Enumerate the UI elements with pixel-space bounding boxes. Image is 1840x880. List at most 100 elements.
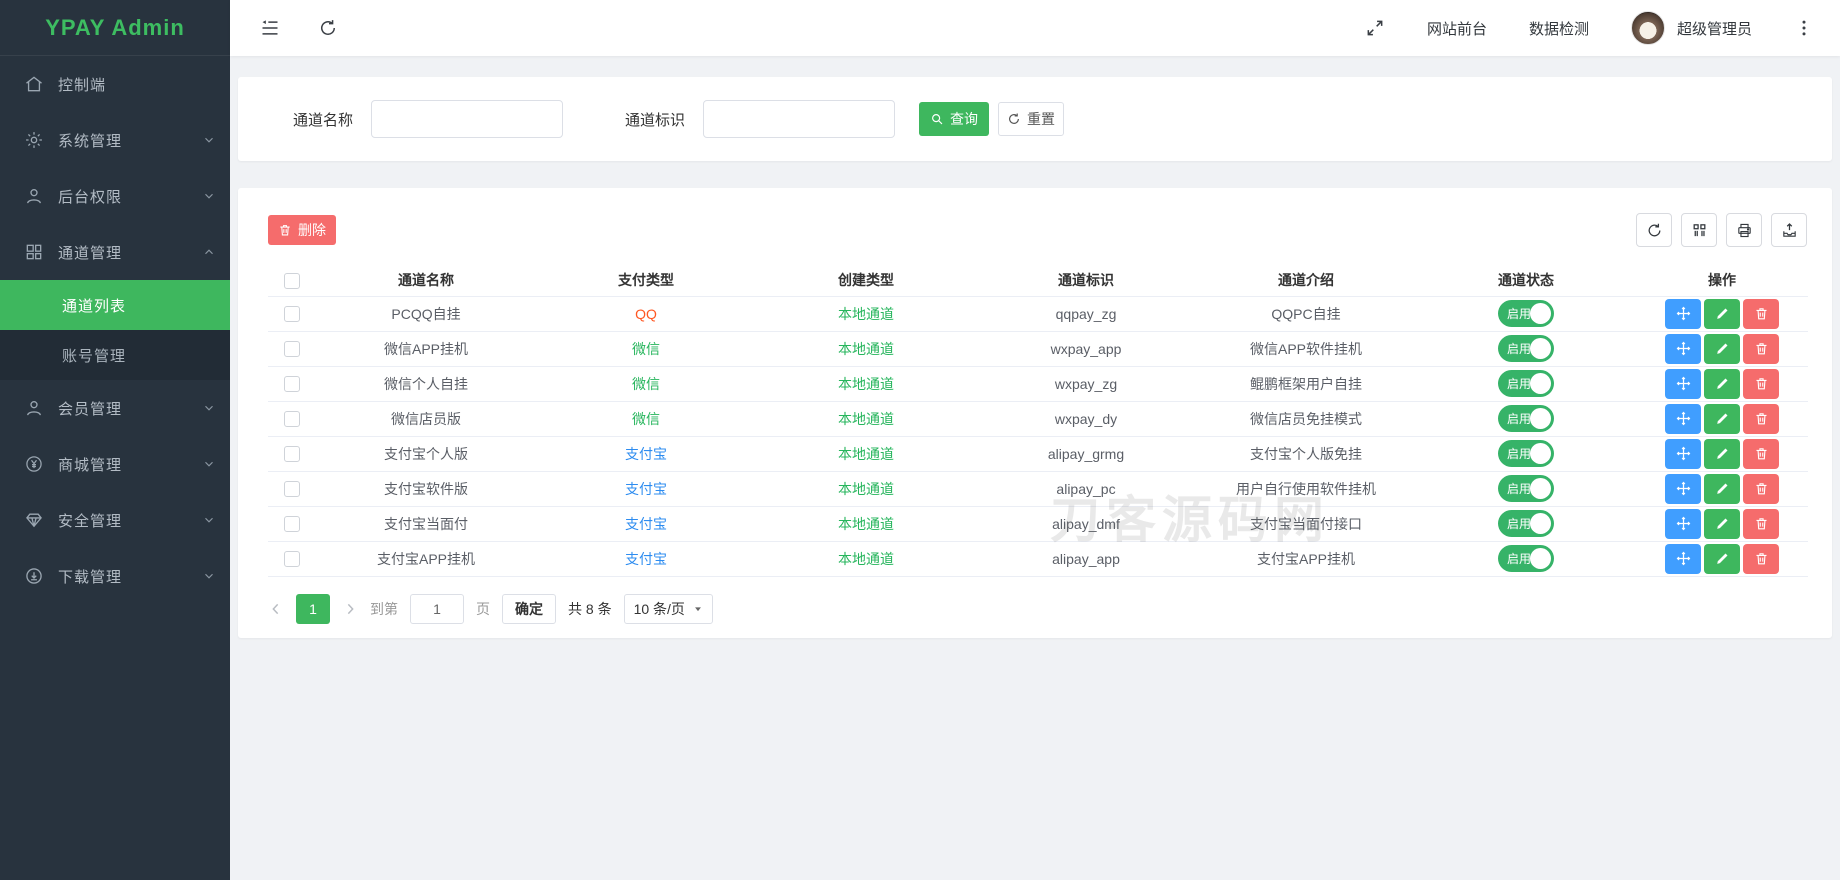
goto-confirm-button[interactable]: 确定 <box>502 593 556 624</box>
sidebar-item-account-mgmt[interactable]: 账号管理 <box>0 330 230 380</box>
sidebar-item-member-mgmt[interactable]: 会员管理 <box>0 380 230 436</box>
col-create-type: 创建类型 <box>756 265 976 297</box>
sidebar-item-mall-mgmt[interactable]: 商城管理 <box>0 436 230 492</box>
edit-button[interactable] <box>1704 508 1740 539</box>
status-toggle[interactable]: 启用 <box>1498 440 1554 467</box>
channel-name-cell: 支付宝软件版 <box>316 471 536 507</box>
status-label: 启用 <box>1507 552 1532 566</box>
col-channel-code: 通道标识 <box>976 265 1196 297</box>
select-all-checkbox[interactable] <box>284 272 300 289</box>
channel-name-cell: PCQQ自挂 <box>316 296 536 332</box>
sidebar-item-backend-auth[interactable]: 后台权限 <box>0 168 230 224</box>
move-button[interactable] <box>1665 403 1701 434</box>
column-filter-button[interactable] <box>1681 213 1717 247</box>
user-menu[interactable]: 超级管理员 <box>1630 11 1752 45</box>
row-checkbox[interactable] <box>284 306 300 323</box>
next-page-icon[interactable] <box>342 601 358 617</box>
channel-name-cell: 支付宝个人版 <box>316 436 536 472</box>
reset-button[interactable]: 重置 <box>998 102 1065 136</box>
edit-button[interactable] <box>1704 333 1740 364</box>
delete-button[interactable]: 删除 <box>268 215 336 245</box>
table-refresh-button[interactable] <box>1636 213 1672 247</box>
row-delete-button[interactable] <box>1743 438 1779 469</box>
collapse-sidebar-icon[interactable] <box>260 18 280 38</box>
prev-page-icon[interactable] <box>268 601 284 617</box>
row-delete-button[interactable] <box>1743 368 1779 399</box>
sidebar-item-security-mgmt[interactable]: 安全管理 <box>0 492 230 548</box>
edit-button[interactable] <box>1704 403 1740 434</box>
col-channel-name: 通道名称 <box>316 265 536 297</box>
download-icon <box>24 566 44 586</box>
site-front-link[interactable]: 网站前台 <box>1427 18 1487 39</box>
fullscreen-icon[interactable] <box>1365 18 1385 38</box>
chevron-down-icon <box>202 569 216 583</box>
home-icon <box>24 74 44 94</box>
channel-name-input[interactable] <box>371 100 564 138</box>
move-button[interactable] <box>1665 298 1701 329</box>
move-button[interactable] <box>1665 368 1701 399</box>
sidebar-item-system[interactable]: 系统管理 <box>0 112 230 168</box>
move-button[interactable] <box>1665 333 1701 364</box>
page-size-select[interactable]: 10 条/页 <box>623 593 713 624</box>
row-delete-button[interactable] <box>1743 333 1779 364</box>
sidebar-item-label: 会员管理 <box>58 400 123 418</box>
row-delete-button[interactable] <box>1743 473 1779 504</box>
move-button[interactable] <box>1665 473 1701 504</box>
query-button[interactable]: 查询 <box>919 102 990 136</box>
row-delete-button[interactable] <box>1743 403 1779 434</box>
status-toggle[interactable]: 启用 <box>1498 545 1554 572</box>
status-toggle[interactable]: 启用 <box>1498 370 1554 397</box>
move-icon <box>1676 551 1690 566</box>
move-button[interactable] <box>1665 543 1701 574</box>
status-toggle[interactable]: 启用 <box>1498 335 1554 362</box>
channel-intro-cell: 微信APP软件挂机 <box>1196 331 1416 367</box>
print-button[interactable] <box>1726 213 1762 247</box>
row-delete-button[interactable] <box>1743 543 1779 574</box>
row-delete-button[interactable] <box>1743 508 1779 539</box>
row-checkbox[interactable] <box>284 341 300 358</box>
refresh-page-icon[interactable] <box>318 18 338 38</box>
top-bar: 网站前台 数据检测 超级管理员 <box>230 0 1840 56</box>
status-toggle[interactable]: 启用 <box>1498 405 1554 432</box>
row-checkbox[interactable] <box>284 376 300 393</box>
trash-icon <box>1756 308 1766 320</box>
chevron-down-icon <box>202 133 216 147</box>
row-checkbox[interactable] <box>284 446 300 463</box>
channel-code-cell: alipay_app <box>976 541 1196 577</box>
move-icon <box>1676 411 1690 426</box>
channel-intro-cell: 支付宝个人版免挂 <box>1196 436 1416 472</box>
row-checkbox[interactable] <box>284 551 300 568</box>
row-delete-button[interactable] <box>1743 298 1779 329</box>
sidebar-item-download-mgmt[interactable]: 下载管理 <box>0 548 230 604</box>
data-monitor-link[interactable]: 数据检测 <box>1529 18 1589 39</box>
move-button[interactable] <box>1665 508 1701 539</box>
more-menu-icon[interactable] <box>1794 18 1814 38</box>
sidebar-item-channel-mgmt[interactable]: 通道管理 <box>0 224 230 280</box>
move-icon <box>1676 341 1690 356</box>
status-toggle[interactable]: 启用 <box>1498 510 1554 537</box>
channel-code-input[interactable] <box>703 100 896 138</box>
edit-button[interactable] <box>1704 438 1740 469</box>
table-row: 微信店员版 微信 本地通道 wxpay_dy 微信店员免挂模式 启用 <box>268 401 1808 437</box>
row-checkbox[interactable] <box>284 481 300 498</box>
export-button[interactable] <box>1771 213 1807 247</box>
edit-button[interactable] <box>1704 368 1740 399</box>
edit-button[interactable] <box>1704 298 1740 329</box>
status-toggle[interactable]: 启用 <box>1498 475 1554 502</box>
channel-code-cell: wxpay_zg <box>976 366 1196 402</box>
move-button[interactable] <box>1665 438 1701 469</box>
status-toggle[interactable]: 启用 <box>1498 300 1554 327</box>
sidebar-item-console[interactable]: 控制端 <box>0 56 230 112</box>
query-button-label: 查询 <box>950 111 979 127</box>
goto-page-input[interactable] <box>410 593 464 624</box>
username: 超级管理员 <box>1676 20 1752 38</box>
row-checkbox[interactable] <box>284 411 300 428</box>
status-label: 启用 <box>1507 412 1532 426</box>
edit-button[interactable] <box>1704 473 1740 504</box>
page-number[interactable]: 1 <box>296 593 330 624</box>
row-checkbox[interactable] <box>284 516 300 533</box>
table-row: PCQQ自挂 QQ 本地通道 qqpay_zg QQPC自挂 启用 <box>268 296 1808 332</box>
channel-intro-cell: 微信店员免挂模式 <box>1196 401 1416 437</box>
sidebar-item-channel-list[interactable]: 通道列表 <box>0 280 230 330</box>
edit-button[interactable] <box>1704 543 1740 574</box>
